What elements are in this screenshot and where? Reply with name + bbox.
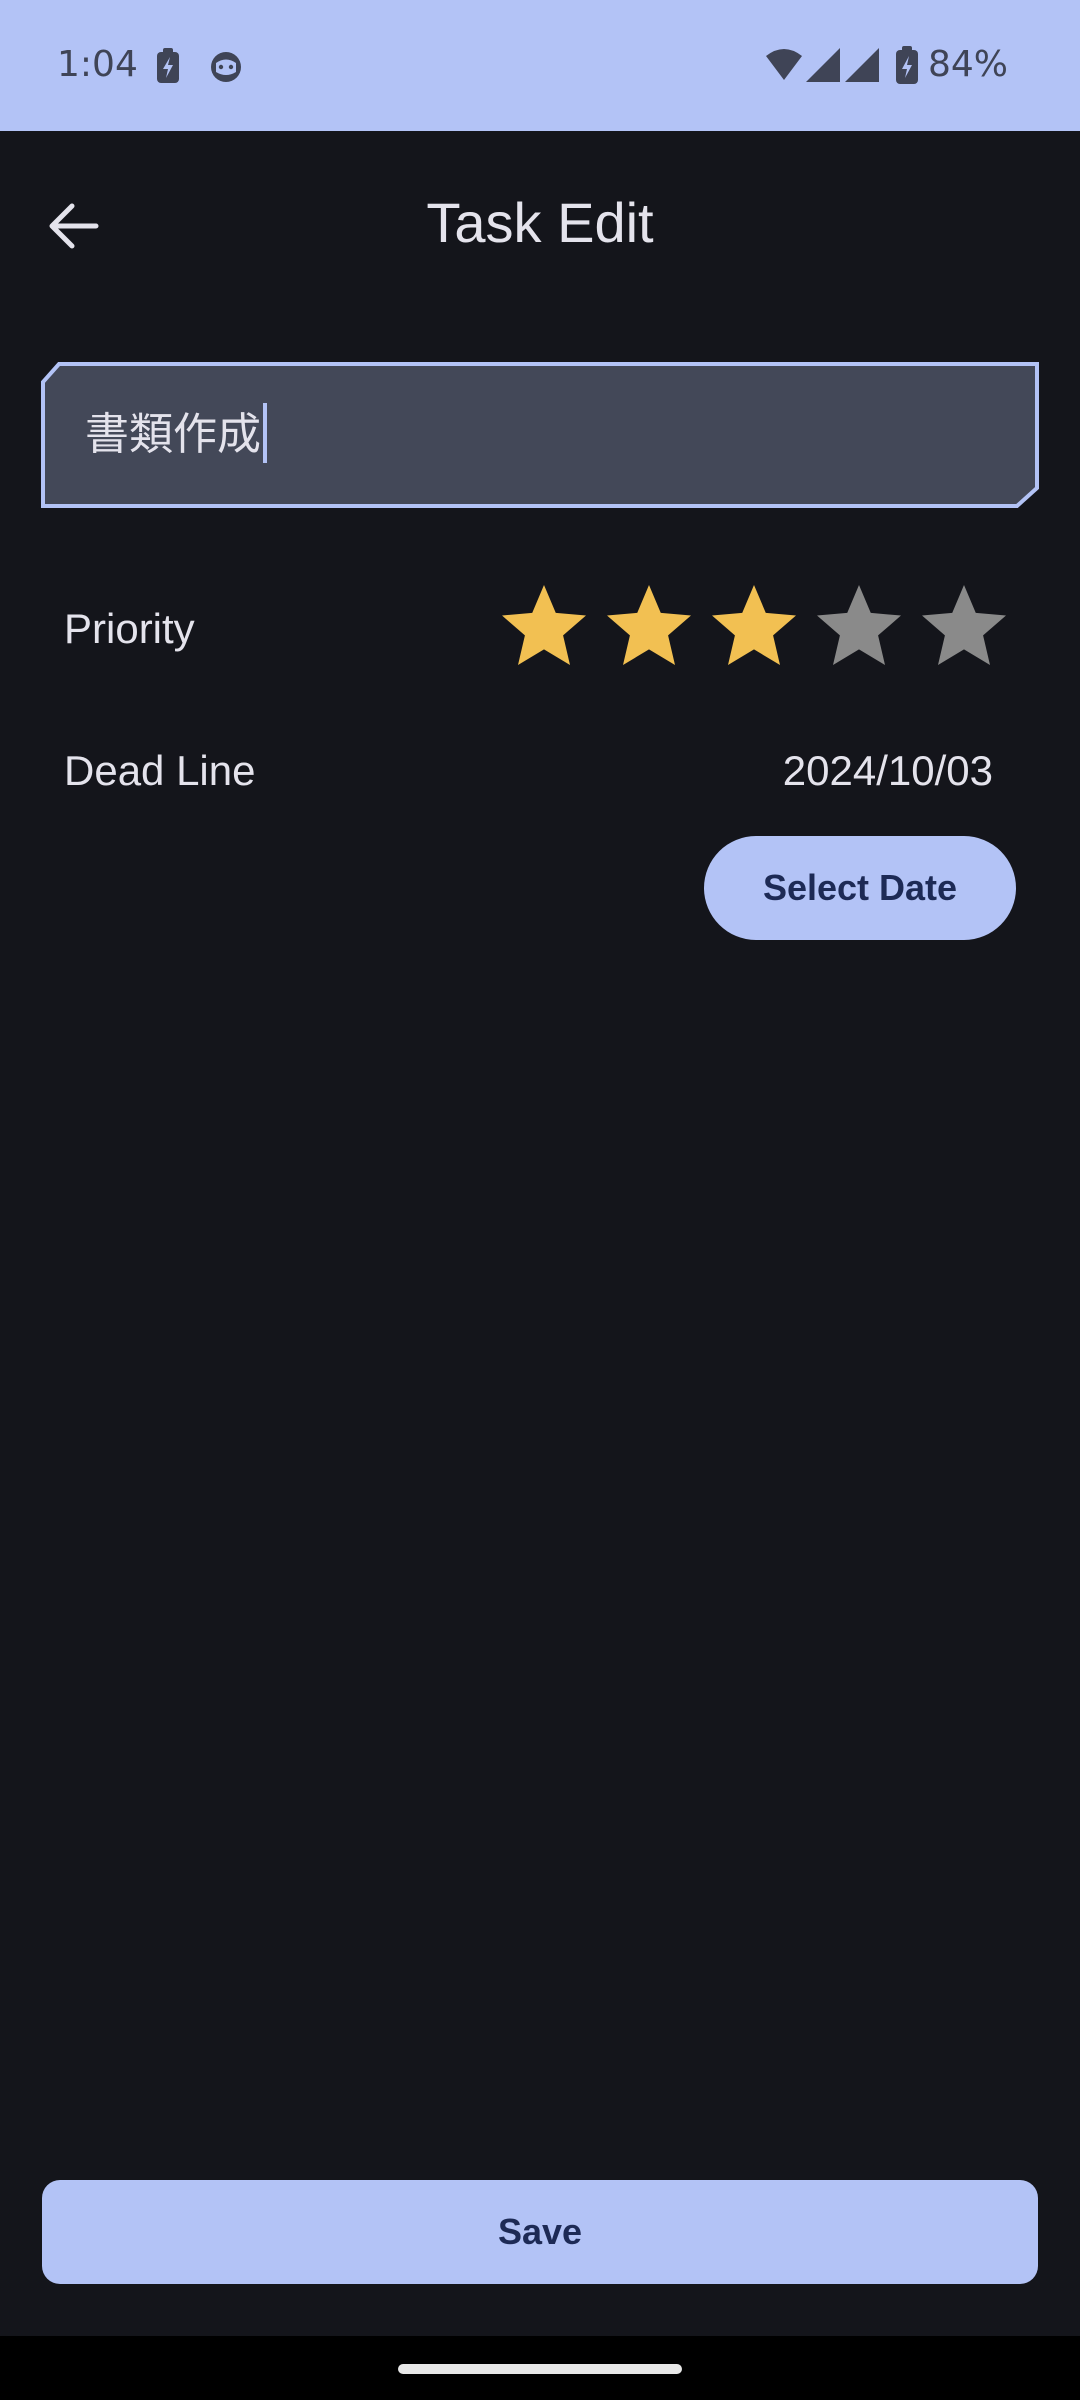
wifi-icon: [764, 47, 804, 88]
star-icon[interactable]: [496, 577, 592, 673]
star-icon[interactable]: [706, 577, 802, 673]
deadline-value: 2024/10/03: [782, 747, 993, 794]
star-icon[interactable]: [601, 577, 697, 673]
battery-saver-icon: [155, 48, 181, 89]
task-name-field[interactable]: 書類作成: [41, 362, 1039, 508]
cat-face-icon: [208, 48, 244, 89]
task-name-value: 書類作成: [85, 409, 261, 460]
task-name-input[interactable]: 書類作成: [85, 362, 985, 508]
star-icon[interactable]: [811, 577, 907, 673]
signal-icon: [845, 47, 881, 88]
signal-icon: [806, 47, 842, 88]
battery-percent: 84%: [928, 44, 1009, 85]
task-edit-screen: Task Edit 書類作成 Priority Dead Line 2024/1…: [0, 131, 1080, 2336]
battery-charging-icon: [895, 45, 919, 90]
priority-label: Priority: [64, 605, 195, 652]
deadline-label: Dead Line: [64, 747, 256, 794]
save-button[interactable]: Save: [42, 2180, 1038, 2284]
select-date-button[interactable]: Select Date: [704, 836, 1016, 940]
text-cursor: [263, 403, 267, 463]
star-icon[interactable]: [916, 577, 1012, 673]
priority-rating[interactable]: [496, 577, 1016, 677]
status-time: 1:04: [57, 44, 138, 85]
navigation-bar: [0, 2336, 1080, 2400]
status-bar: 1:04 84%: [0, 0, 1080, 131]
page-title: Task Edit: [426, 191, 654, 254]
home-gesture-handle[interactable]: [398, 2364, 682, 2374]
